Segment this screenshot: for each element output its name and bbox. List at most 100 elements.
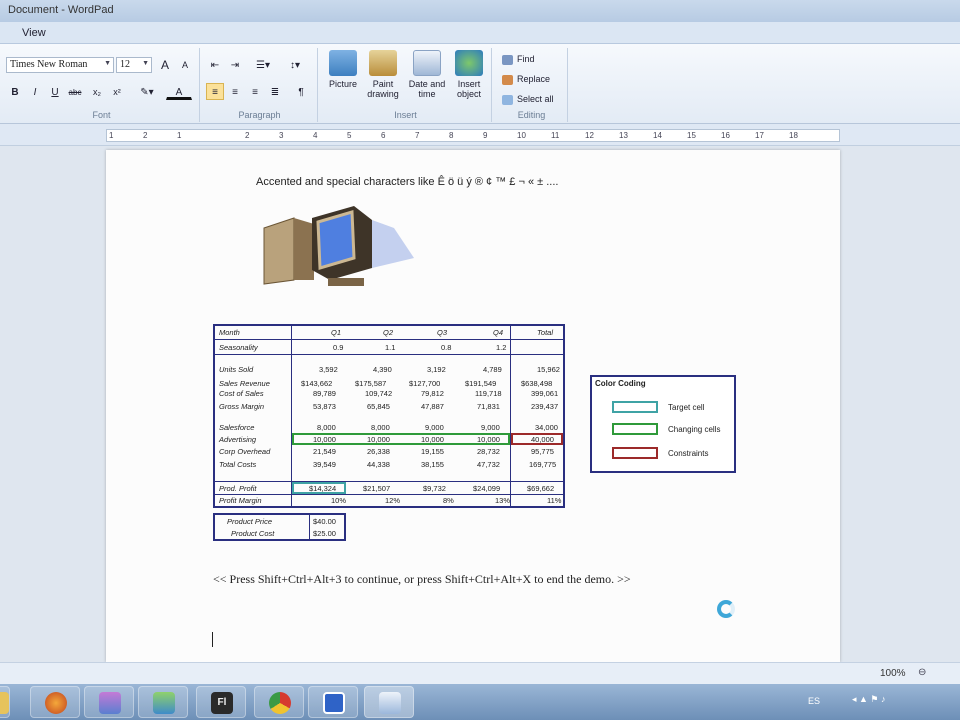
cell-value: 65,845 bbox=[367, 402, 390, 411]
highlight-button[interactable]: ✎▾ bbox=[134, 83, 160, 100]
ruler-tick: 7 bbox=[415, 131, 420, 140]
taskbar-chrome[interactable] bbox=[254, 686, 304, 718]
cell-value: 12% bbox=[385, 496, 401, 505]
taskbar-app-3[interactable] bbox=[138, 686, 188, 718]
row-divider bbox=[215, 339, 563, 340]
paragraph-dialog-icon[interactable]: ¶ bbox=[292, 83, 310, 100]
product-cost-value: $25.00 bbox=[313, 529, 336, 538]
cell-value: 40,000 bbox=[531, 435, 554, 444]
header-month: Month bbox=[219, 328, 240, 337]
align-center-icon[interactable]: ≡ bbox=[226, 83, 244, 100]
taskbar-explorer[interactable] bbox=[0, 686, 10, 718]
accent-text-line: Accented and special characters like Ê ö… bbox=[256, 176, 559, 188]
row-label-sales-revenue: Sales Revenue bbox=[219, 379, 270, 388]
select-all-label: Select all bbox=[517, 94, 554, 104]
row-label-corp-overhead: Corp Overhead bbox=[219, 447, 271, 456]
embedded-spreadsheet[interactable]: Month Q1 Q2 Q3 Q4 Total Seasonality 0.9 … bbox=[213, 324, 565, 508]
language-indicator[interactable]: ES bbox=[808, 696, 820, 706]
cell-value: 34,000 bbox=[535, 423, 558, 432]
highlighter-icon: ✎▾ bbox=[140, 87, 154, 98]
ruler-tick: 16 bbox=[721, 131, 730, 140]
shrink-font-button[interactable]: A bbox=[176, 56, 194, 73]
cell-value: 3,592 bbox=[319, 365, 338, 374]
cell-value: $69,662 bbox=[527, 484, 555, 493]
font-name-combo[interactable]: Times New Roman ▼ bbox=[6, 57, 114, 73]
insert-group: Picture Paint drawing Date and time Inse… bbox=[320, 48, 492, 122]
select-all-icon bbox=[502, 94, 513, 105]
decrease-indent-icon[interactable]: ⇤ bbox=[206, 56, 224, 73]
taskbar-firefox[interactable] bbox=[30, 686, 80, 718]
cell-value: $175,587 bbox=[355, 379, 387, 388]
justify-icon[interactable]: ≣ bbox=[266, 83, 284, 100]
column-divider bbox=[309, 515, 310, 539]
underline-button[interactable]: U bbox=[46, 83, 64, 100]
cell-value: 399,061 bbox=[531, 389, 559, 398]
row-label-total-costs: Total Costs bbox=[219, 460, 257, 469]
row-label-units-sold: Units Sold bbox=[219, 365, 254, 374]
ruler[interactable]: 1 2 1 2 3 4 5 6 7 8 9 10 11 12 13 14 15 … bbox=[0, 124, 960, 146]
superscript-button[interactable]: x² bbox=[108, 83, 126, 100]
strikethrough-button[interactable]: abc bbox=[66, 83, 84, 100]
paint-drawing-button[interactable]: Paint drawing bbox=[360, 50, 406, 99]
find-button[interactable]: Find bbox=[502, 54, 535, 65]
replace-button[interactable]: Replace bbox=[502, 74, 550, 85]
busy-spinner-icon bbox=[717, 600, 735, 618]
ruler-tick: 17 bbox=[755, 131, 764, 140]
menu-bar: View bbox=[0, 22, 960, 44]
cell-value: 53,873 bbox=[313, 402, 336, 411]
object-label: Insert object bbox=[456, 79, 482, 99]
cell-value: 79,812 bbox=[421, 389, 444, 398]
align-right-icon[interactable]: ≡ bbox=[246, 83, 264, 100]
insert-object-button[interactable]: Insert object bbox=[446, 50, 492, 99]
cell-value: 8,000 bbox=[317, 423, 336, 432]
cell-value: 9,000 bbox=[425, 423, 444, 432]
font-color-button[interactable]: A bbox=[166, 83, 192, 100]
row-divider bbox=[215, 481, 563, 482]
view-tab[interactable]: View bbox=[14, 25, 54, 41]
font-name-value: Times New Roman bbox=[10, 59, 88, 70]
zoom-level[interactable]: 100% bbox=[880, 668, 906, 679]
ruler-tick: 1 bbox=[177, 131, 182, 140]
taskbar-app-2[interactable] bbox=[84, 686, 134, 718]
header-q3: Q3 bbox=[437, 328, 448, 337]
row-divider bbox=[215, 494, 563, 495]
cell-value: 47,732 bbox=[477, 460, 500, 469]
cell-value: 10,000 bbox=[367, 435, 390, 444]
font-group: Times New Roman ▼ 12 ▼ A A B I U abc x₂ x²… bbox=[4, 48, 200, 122]
product-cost-label: Product Cost bbox=[231, 529, 275, 538]
cell-value: 1.2 bbox=[496, 343, 507, 352]
date-time-button[interactable]: Date and time bbox=[404, 50, 450, 99]
title-bar: Document - WordPad bbox=[0, 0, 960, 22]
ruler-tick: 5 bbox=[347, 131, 352, 140]
zoom-out-icon[interactable]: ⊖ bbox=[918, 667, 926, 678]
taskbar-wordpad[interactable] bbox=[364, 686, 414, 718]
product-price-label: Product Price bbox=[227, 517, 273, 526]
bullets-icon[interactable]: ☰▾ bbox=[250, 56, 276, 73]
subscript-button[interactable]: x₂ bbox=[88, 83, 106, 100]
grow-font-button[interactable]: A bbox=[156, 56, 174, 73]
taskbar-flash[interactable]: Fl bbox=[196, 686, 246, 718]
cell-value: 10,000 bbox=[421, 435, 444, 444]
column-divider bbox=[510, 326, 511, 506]
font-color-label: A bbox=[175, 87, 183, 98]
chrome-icon bbox=[269, 692, 291, 714]
font-size-combo[interactable]: 12 ▼ bbox=[116, 57, 152, 73]
cell-value: 10% bbox=[331, 496, 347, 505]
ribbon: Times New Roman ▼ 12 ▼ A A B I U abc x₂ x²… bbox=[0, 44, 960, 124]
system-tray-icons[interactable]: ◂ ▲ ⚑ ♪ bbox=[852, 694, 912, 708]
italic-button[interactable]: I bbox=[26, 83, 44, 100]
align-left-icon[interactable]: ≡ bbox=[206, 83, 224, 100]
taskbar-app-6[interactable] bbox=[308, 686, 358, 718]
cell-value: 4,390 bbox=[373, 365, 392, 374]
line-spacing-icon[interactable]: ↕▾ bbox=[282, 56, 308, 73]
bold-button[interactable]: B bbox=[6, 83, 24, 100]
select-all-button[interactable]: Select all bbox=[502, 94, 554, 105]
ruler-tick: 6 bbox=[381, 131, 386, 140]
cell-value: $24,099 bbox=[473, 484, 501, 493]
cell-value: $191,549 bbox=[465, 379, 497, 388]
price-input-box[interactable]: Product Price $40.00 Product Cost $25.00 bbox=[213, 513, 346, 541]
cell-value: $21,507 bbox=[363, 484, 391, 493]
row-label-gross-margin: Gross Margin bbox=[219, 402, 265, 411]
cell-value: 39,549 bbox=[313, 460, 336, 469]
increase-indent-icon[interactable]: ⇥ bbox=[226, 56, 244, 73]
